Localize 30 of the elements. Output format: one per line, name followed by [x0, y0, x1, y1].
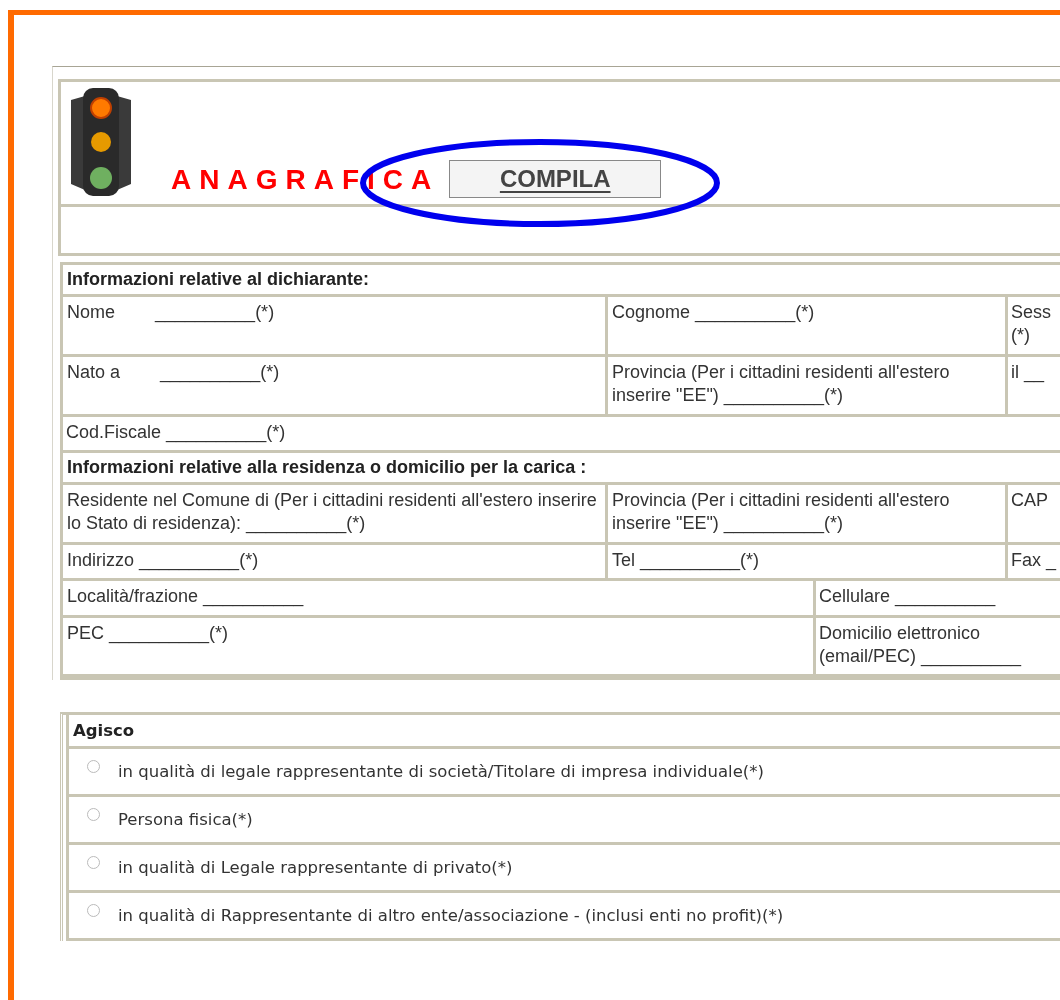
option-label: in qualità di legale rappresentante di società/Titolare di impresa individuale(*)	[118, 762, 764, 782]
form-cell-text: Sess (*)	[1010, 301, 1053, 348]
radio-button[interactable]	[87, 760, 100, 774]
form-cell: Provincia (Per i cittadini residenti all'estero inserire "EE") __________(*)	[608, 484, 1008, 542]
section-title: Agisco	[66, 715, 1060, 750]
compila-button[interactable]: COMPILA	[449, 160, 662, 198]
section-title: Informazioni relative alla residenza o domicilio per la carica :	[63, 452, 1060, 485]
form-cell: Nato a __________(*)	[63, 356, 608, 414]
form-cell: Nome __________(*)	[63, 297, 608, 354]
form-cell-text: Domicilio elettronico (email/PEC) __________	[818, 621, 1023, 669]
form-cell: Tel __________(*)	[608, 544, 1008, 579]
form-cell: Provincia (Per i cittadini residenti all'estero inserire "EE") __________(*)	[608, 356, 1008, 414]
form-cell-text: Cellulare __________	[818, 585, 997, 609]
radio-button[interactable]	[87, 808, 100, 822]
form-cell: Indirizzo __________(*)	[63, 544, 608, 579]
form-cell: PEC __________(*)	[63, 617, 816, 675]
traffic-light-icon	[69, 86, 133, 198]
form-cell-text: il __	[1010, 360, 1046, 385]
form-cell-text: CAP	[1010, 488, 1049, 512]
form-cell: Residente nel Comune di (Per i cittadini residenti all'estero inserire lo Stato di residenza): __________(*)	[63, 484, 608, 542]
radio-button[interactable]	[87, 856, 100, 870]
form-cell: Località/frazione __________	[63, 581, 816, 615]
option-label: Persona fisica(*)	[118, 810, 253, 830]
option-label: in qualità di Legale rappresentante di privato(*)	[118, 858, 513, 878]
form-cell-text: Fax _	[1010, 548, 1058, 573]
option-label: in qualità di Rappresentante di altro ente/associazione - (inclusi enti no profit)(*)	[118, 906, 784, 926]
form-cell-text: Cod.Fiscale __________(*)	[65, 420, 287, 445]
radio-button[interactable]	[87, 904, 100, 918]
section-title: Informazioni relative al dichiarante:	[63, 265, 1060, 297]
form-cell: Cognome __________(*)	[608, 297, 1008, 354]
